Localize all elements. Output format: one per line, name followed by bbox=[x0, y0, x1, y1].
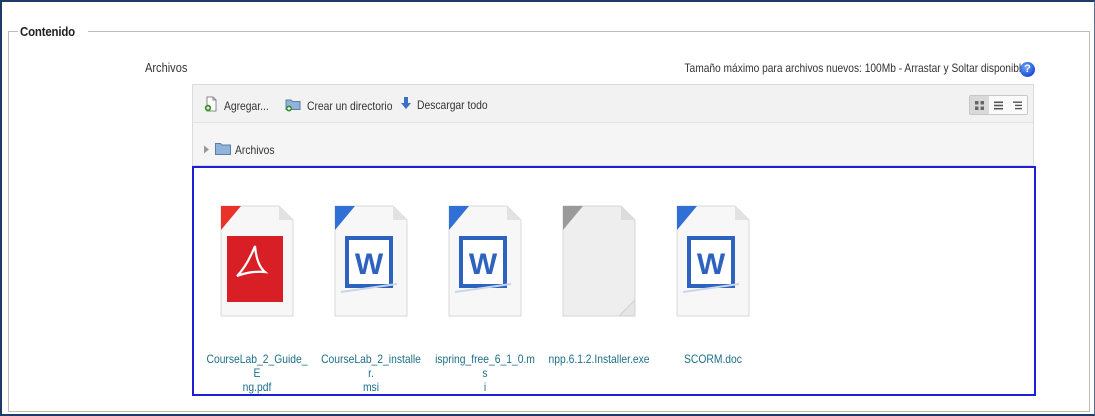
file-name[interactable]: SCORM.doc bbox=[661, 352, 764, 366]
svg-text:W: W bbox=[697, 248, 726, 281]
list-view-button[interactable] bbox=[989, 96, 1008, 114]
file-name[interactable]: CourseLab_2_installer. msi bbox=[319, 352, 422, 394]
download-arrow-icon bbox=[400, 96, 412, 113]
file-item[interactable]: W CourseLab_2_installer. msi bbox=[311, 202, 431, 394]
file-item[interactable]: CourseLab_2_Guide_E ng.pdf bbox=[197, 202, 317, 394]
pdf-file-icon bbox=[217, 202, 297, 324]
download-all-button[interactable]: Descargar todo bbox=[400, 96, 499, 113]
files-field-label: Archivos bbox=[145, 60, 188, 75]
expand-arrow-icon[interactable] bbox=[203, 143, 211, 157]
fieldset-legend: Contenido bbox=[20, 24, 75, 39]
add-file-label: Agregar... bbox=[224, 98, 269, 113]
file-drop-area[interactable]: CourseLab_2_Guide_E ng.pdf W CourseLab_2… bbox=[192, 166, 1036, 396]
file-item[interactable]: W ispring_free_6_1_0.ms i bbox=[425, 202, 545, 394]
file-name[interactable]: ispring_free_6_1_0.ms i bbox=[433, 352, 536, 394]
new-folder-icon bbox=[285, 96, 302, 115]
word-file-icon: W bbox=[331, 202, 411, 324]
generic-file-icon bbox=[559, 202, 639, 324]
grid-icon bbox=[975, 100, 984, 110]
download-all-label: Descargar todo bbox=[417, 97, 488, 112]
file-manager: Agregar... Crear un directorio Descargar… bbox=[192, 84, 1034, 166]
file-manager-toolbar: Agregar... Crear un directorio Descargar… bbox=[193, 85, 1033, 123]
view-mode-switch bbox=[969, 95, 1028, 115]
fieldset-border bbox=[8, 31, 18, 32]
svg-text:W: W bbox=[355, 248, 384, 281]
file-name[interactable]: npp.6.1.2.Installer.exe bbox=[547, 352, 650, 366]
tree-icon bbox=[1013, 101, 1022, 109]
svg-text:W: W bbox=[469, 248, 498, 281]
icon-view-button[interactable] bbox=[970, 96, 989, 114]
word-file-icon: W bbox=[673, 202, 753, 324]
file-name[interactable]: CourseLab_2_Guide_E ng.pdf bbox=[205, 352, 308, 394]
tree-view-button[interactable] bbox=[1008, 96, 1027, 114]
max-size-note: Tamaño máximo para archivos nuevos: 100M… bbox=[684, 61, 1027, 75]
create-directory-label: Crear un directorio bbox=[307, 98, 393, 113]
create-directory-button[interactable]: Crear un directorio bbox=[285, 96, 406, 115]
breadcrumb-folder-link[interactable]: Archivos bbox=[235, 143, 275, 157]
file-item[interactable]: npp.6.1.2.Installer.exe bbox=[539, 202, 659, 366]
help-icon[interactable]: ? bbox=[1020, 62, 1035, 77]
add-file-icon bbox=[203, 96, 219, 115]
add-file-button[interactable]: Agregar... bbox=[203, 96, 276, 115]
breadcrumb: Archivos bbox=[203, 142, 281, 158]
file-item[interactable]: W SCORM.doc bbox=[653, 202, 773, 366]
list-icon bbox=[994, 101, 1003, 109]
word-file-icon: W bbox=[445, 202, 525, 324]
fieldset-border bbox=[88, 31, 1090, 32]
folder-icon bbox=[215, 142, 231, 158]
